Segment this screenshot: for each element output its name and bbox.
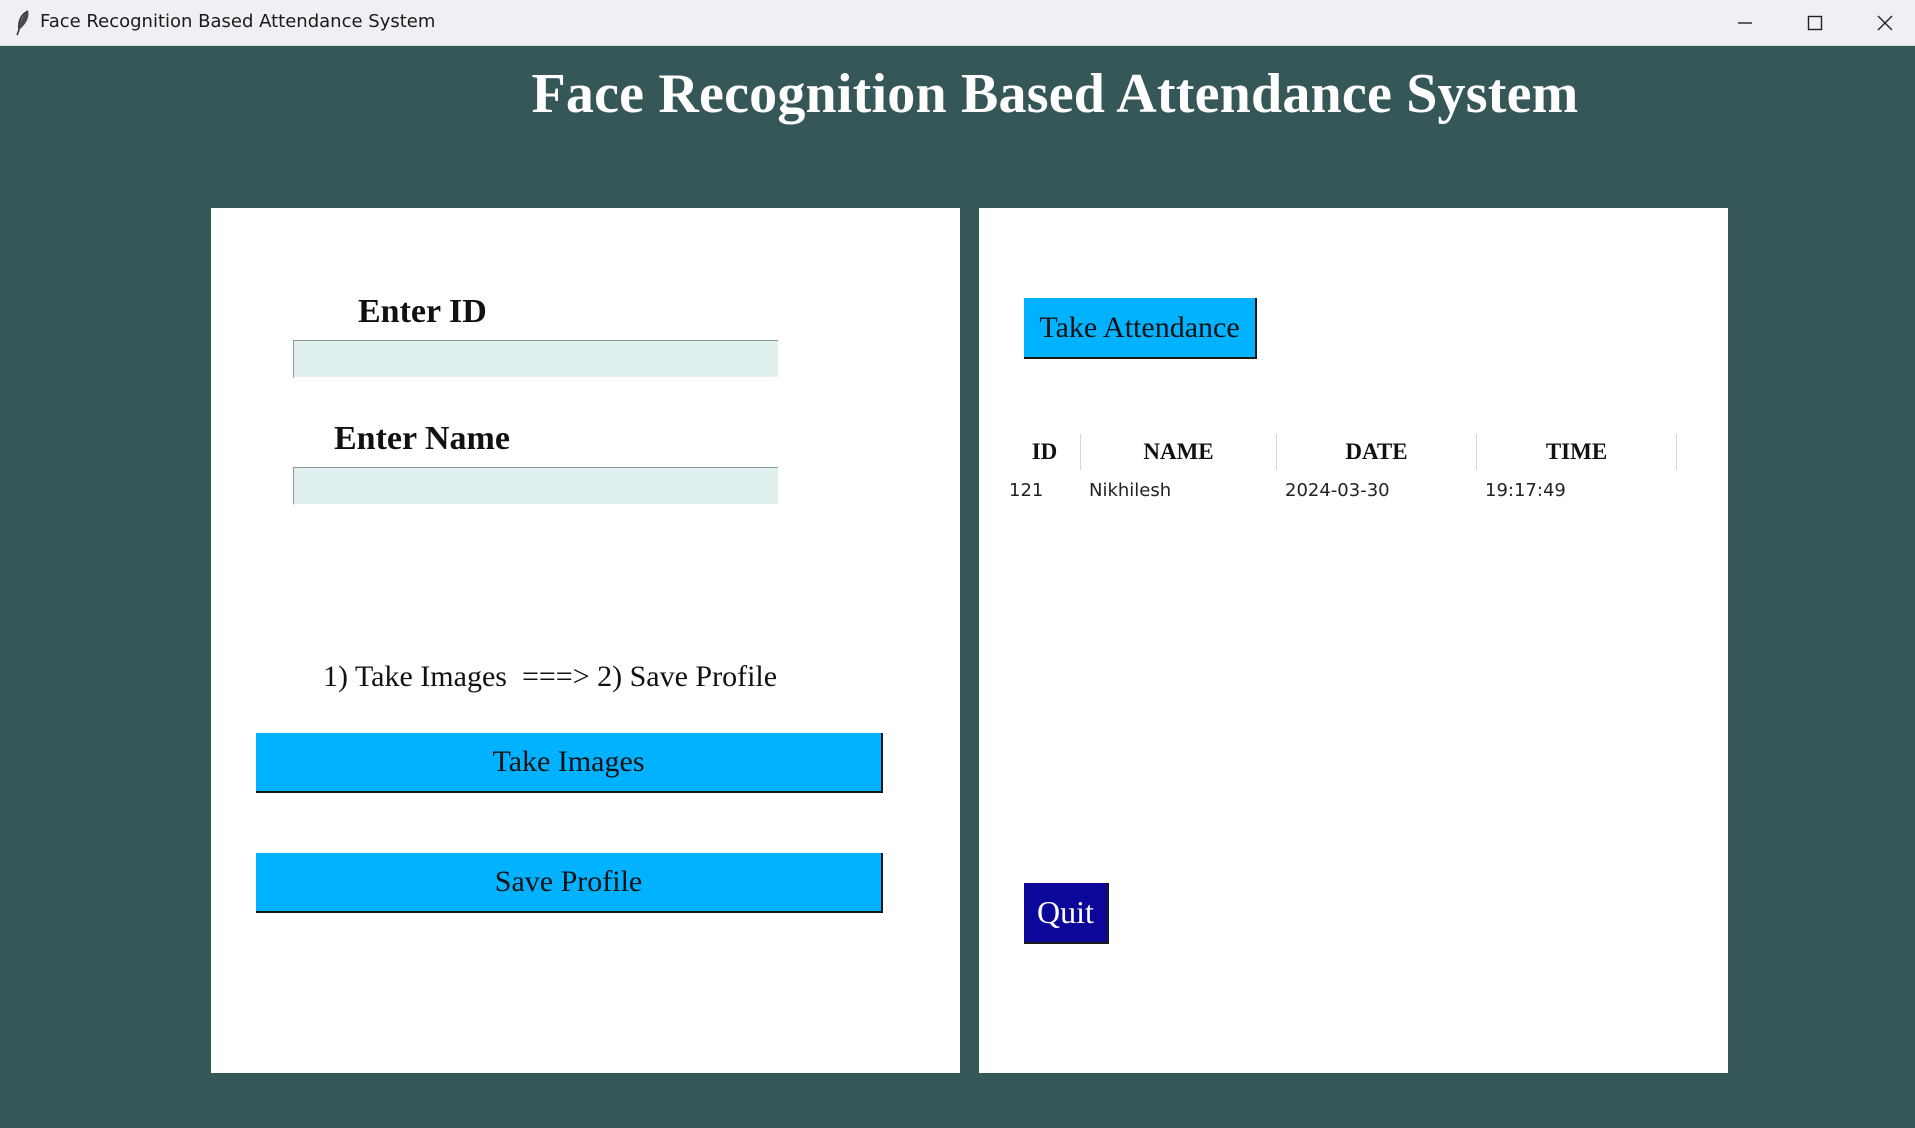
name-input[interactable] — [293, 467, 778, 505]
page-title: Face Recognition Based Attendance System — [531, 63, 1579, 125]
id-input[interactable] — [293, 340, 778, 378]
app-window: Face Recognition Based Attendance System… — [0, 0, 1915, 1128]
minimize-icon — [1738, 22, 1752, 24]
table-header: ID NAME DATE TIME — [1009, 430, 1709, 474]
cell-time: 19:17:49 — [1485, 479, 1566, 501]
attendance-panel: Take Attendance ID NAME DATE TIME 121 Ni… — [979, 208, 1728, 1073]
column-header-name[interactable]: NAME — [1081, 434, 1277, 470]
take-attendance-button[interactable]: Take Attendance — [1024, 298, 1257, 359]
minimize-button[interactable] — [1710, 0, 1780, 46]
title-bar: Face Recognition Based Attendance System — [0, 0, 1915, 46]
close-button[interactable] — [1850, 0, 1915, 46]
feather-icon — [16, 10, 29, 36]
cell-id: 121 — [1009, 479, 1044, 501]
take-images-button[interactable]: Take Images — [256, 733, 883, 793]
save-profile-button[interactable]: Save Profile — [256, 853, 883, 913]
cell-name: Nikhilesh — [1089, 479, 1172, 501]
cell-date: 2024-03-30 — [1285, 479, 1390, 501]
window-title: Face Recognition Based Attendance System — [40, 11, 436, 32]
column-header-time[interactable]: TIME — [1477, 434, 1677, 470]
id-label: Enter ID — [358, 293, 487, 330]
instruction-text: 1) Take Images ===> 2) Save Profile — [323, 660, 778, 693]
name-label: Enter Name — [334, 420, 510, 457]
column-header-id[interactable]: ID — [1009, 434, 1081, 470]
column-header-date[interactable]: DATE — [1277, 434, 1477, 470]
registration-panel: Enter ID Enter Name 1) Take Images ===> … — [211, 208, 960, 1073]
close-icon — [1877, 15, 1893, 31]
table-row[interactable]: 121 Nikhilesh 2024-03-30 19:17:49 — [1009, 474, 1709, 506]
maximize-icon — [1807, 15, 1823, 31]
quit-button[interactable]: Quit — [1024, 883, 1109, 944]
attendance-table: ID NAME DATE TIME 121 Nikhilesh 2024-03-… — [1009, 430, 1709, 506]
maximize-button[interactable] — [1780, 0, 1850, 46]
